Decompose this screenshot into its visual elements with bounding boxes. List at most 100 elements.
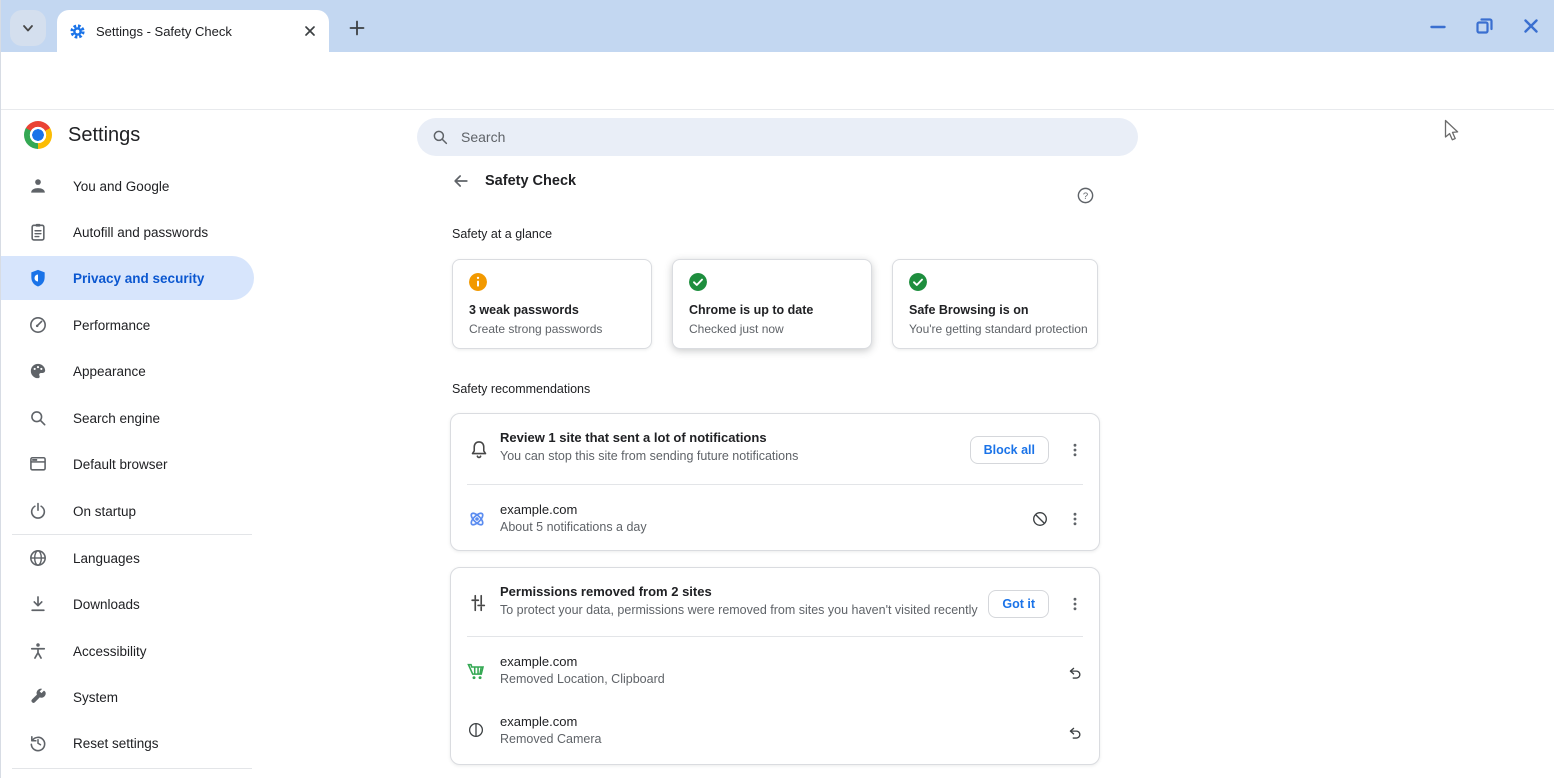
settings-gear-favicon-icon [69,23,86,40]
help-button[interactable]: ? [1074,184,1096,206]
sidebar-item-label: Search engine [73,411,160,426]
person-icon [28,176,48,196]
page-title: Safety Check [485,173,576,189]
power-icon [28,501,48,521]
sidebar-item-you-and-google[interactable]: You and Google [0,166,254,206]
glance-card-title: 3 weak passwords [469,303,579,317]
chrome-logo-icon [24,121,52,149]
undo-icon [1065,664,1083,682]
notifications-review-card: Review 1 site that sent a lot of notific… [450,413,1100,551]
sidebar-item-appearance[interactable]: Appearance [0,351,254,391]
glance-card-updates[interactable]: Chrome is up to date Checked just now [672,259,872,349]
browser-window: Settings - Safety Check [0,0,1554,778]
site-detail: Removed Camera [500,732,601,746]
glance-card-passwords[interactable]: 3 weak passwords Create strong passwords [452,259,652,349]
speedometer-icon [28,315,48,335]
tab-title: Settings - Safety Check [96,24,303,39]
card-subtitle: To protect your data, permissions were r… [500,603,978,617]
download-icon [28,594,48,614]
sidebar-item-reset-settings[interactable]: Reset settings [0,723,254,763]
mouse-cursor [1444,119,1461,143]
card-title: Permissions removed from 2 sites [500,584,712,599]
wrench-icon [28,687,48,707]
sidebar-item-on-startup[interactable]: On startup [0,491,254,531]
settings-header: Settings [24,120,140,150]
glance-heading: Safety at a glance [452,227,552,241]
card-menu-button[interactable] [1063,592,1087,616]
site-detail: About 5 notifications a day [500,520,647,534]
close-window-button[interactable] [1522,17,1540,35]
sidebar-item-languages[interactable]: Languages [0,538,254,578]
tab-search-button[interactable] [10,10,46,46]
back-arrow-icon[interactable] [451,171,471,191]
reset-history-icon [28,733,48,753]
globe-icon [28,548,48,568]
tab-close-icon[interactable] [303,24,317,38]
card-divider [467,484,1083,485]
sidebar-item-label: On startup [73,504,136,519]
warning-info-icon [469,273,487,291]
glance-card-safe-browsing[interactable]: Safe Browsing is on You're getting stand… [892,259,1098,349]
undo-icon [1065,724,1083,742]
active-tab[interactable]: Settings - Safety Check [57,10,329,52]
undo-remove-button[interactable] [1061,660,1087,686]
block-site-button[interactable] [1027,506,1053,532]
site-menu-button[interactable] [1063,507,1087,531]
autofill-clipboard-icon [28,222,48,242]
sidebar-item-search-engine[interactable]: Search engine [0,398,254,438]
minimize-button[interactable] [1429,17,1447,35]
sidebar-item-label: You and Google [73,179,169,194]
sidebar-item-label: Downloads [73,597,140,612]
help-icon: ? [1076,186,1095,205]
glance-card-title: Chrome is up to date [689,303,813,317]
sidebar-item-label: Accessibility [73,644,147,659]
accessibility-icon [28,641,48,661]
block-icon [1031,510,1049,528]
undo-remove-button[interactable] [1061,720,1087,746]
svg-text:?: ? [1082,190,1087,201]
site-detail: Removed Location, Clipboard [500,672,665,686]
permissions-tune-icon [467,592,489,614]
sidebar-divider [12,768,252,769]
site-name: example.com [500,502,577,517]
card-divider [467,636,1083,637]
glance-card-subtitle: You're getting standard protection [909,322,1088,336]
glance-card-subtitle: Create strong passwords [469,322,602,336]
sidebar-item-performance[interactable]: Performance [0,305,254,345]
glance-card-subtitle: Checked just now [689,322,784,336]
sidebar-item-system[interactable]: System [0,677,254,717]
toolbar: Chrome chrome://settings/safetycheck [0,52,1554,110]
glance-card-title: Safe Browsing is on [909,303,1028,317]
card-title: Review 1 site that sent a lot of notific… [500,430,767,445]
permissions-removed-card: Permissions removed from 2 sites To prot… [450,567,1100,765]
new-tab-button[interactable] [343,14,371,42]
sidebar-item-label: Languages [73,551,140,566]
sidebar-item-autofill[interactable]: Autofill and passwords [0,212,254,252]
got-it-button[interactable]: Got it [988,590,1049,618]
sidebar-item-label: Privacy and security [73,271,204,286]
notifications-bell-icon [468,439,490,461]
card-menu-button[interactable] [1063,438,1087,462]
sidebar-item-label: System [73,690,118,705]
browser-window-icon [28,454,48,474]
sidebar-item-default-browser[interactable]: Default browser [0,444,254,484]
success-check-icon [909,273,927,291]
search-icon [28,408,48,428]
block-all-button[interactable]: Block all [970,436,1049,464]
recommendations-heading: Safety recommendations [452,382,590,396]
privacy-shield-icon [28,268,48,288]
sidebar-item-downloads[interactable]: Downloads [0,584,254,624]
restore-button[interactable] [1475,16,1494,35]
settings-search[interactable]: Search [417,118,1138,156]
window-controls [1429,16,1540,35]
sidebar-item-accessibility[interactable]: Accessibility [0,631,254,671]
search-icon [431,128,449,146]
site-favicon-atom [468,510,486,528]
sidebar-item-privacy-security[interactable]: Privacy and security [0,256,254,300]
chevron-down-icon [21,21,35,35]
subpage-header: Safety Check [451,171,576,191]
card-subtitle: You can stop this site from sending futu… [500,449,798,463]
site-favicon-circle [467,721,485,739]
search-placeholder: Search [461,129,505,145]
sidebar-item-label: Default browser [73,457,168,472]
